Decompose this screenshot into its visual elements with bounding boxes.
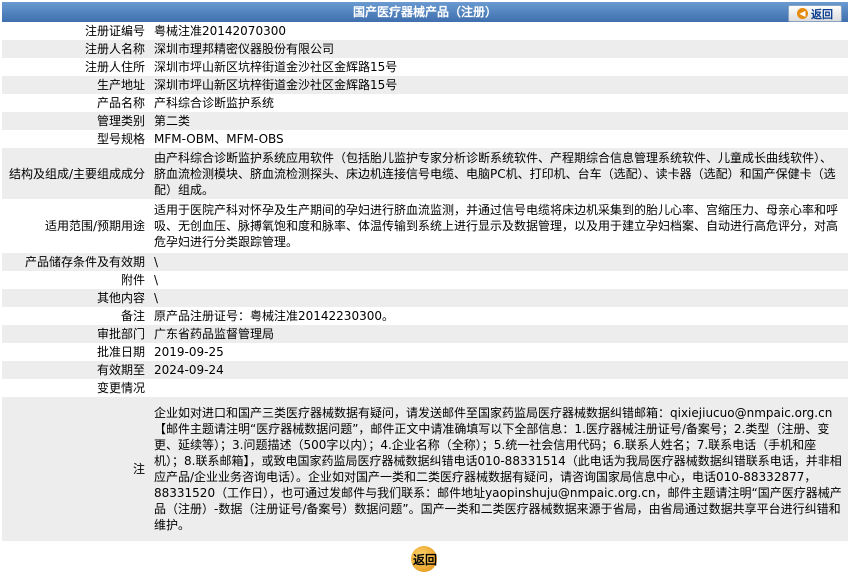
field-label: 附件 xyxy=(2,271,149,289)
table-row: 审批部门 广东省药品监督管理局 xyxy=(2,325,848,343)
field-label: 结构及组成/主要组成成分 xyxy=(2,148,149,199)
back-button-label: 返回 xyxy=(811,7,833,21)
field-label: 有效期至 xyxy=(2,361,149,379)
field-value: 适用于医院产科对怀孕及生产期间的孕妇进行脐血流监测，并通过信号电缆将床边机采集到… xyxy=(149,199,848,253)
detail-table: 注册证编号 粤械注准20142070300 注册人名称 深圳市理邦精密仪器股份有… xyxy=(2,22,848,541)
table-row: 适用范围/预期用途 适用于医院产科对怀孕及生产期间的孕妇进行脐血流监测，并通过信… xyxy=(2,199,848,253)
field-label: 备注 xyxy=(2,307,149,325)
table-row: 管理类别 第二类 xyxy=(2,112,848,130)
back-button-top[interactable]: ◀ 返回 xyxy=(788,5,842,22)
table-row: 产品名称 产科综合诊断监护系统 xyxy=(2,94,848,112)
footer: 返回 xyxy=(0,544,850,574)
table-row: 变更情况 xyxy=(2,379,848,397)
field-value: \ xyxy=(149,253,848,271)
field-value: MFM-OBM、MFM-OBS xyxy=(149,130,848,148)
table-row: 附件 \ xyxy=(2,271,848,289)
field-value: 第二类 xyxy=(149,112,848,130)
table-row: 注册人名称 深圳市理邦精密仪器股份有限公司 xyxy=(2,40,848,58)
field-value: 2019-09-25 xyxy=(149,343,848,361)
field-value: 深圳市理邦精密仪器股份有限公司 xyxy=(149,40,848,58)
back-button-bottom[interactable]: 返回 xyxy=(403,546,447,572)
table-row: 其他内容 \ xyxy=(2,289,848,307)
field-label: 其他内容 xyxy=(2,289,149,307)
field-label: 变更情况 xyxy=(2,379,149,397)
table-row: 结构及组成/主要组成成分 由产科综合诊断监护系统应用软件（包括胎儿监护专家分析诊… xyxy=(2,148,848,199)
title-bar: 国产医疗器械产品（注册） ◀ 返回 xyxy=(2,2,848,22)
field-value xyxy=(149,379,848,397)
table-row: 有效期至 2024-09-24 xyxy=(2,361,848,379)
table-row: 注 企业如对进口和国产三类医疗器械数据有疑问，请发送邮件至国家药监局医疗器械数据… xyxy=(2,397,848,541)
back-arrow-icon: ◀ xyxy=(797,8,808,19)
field-value: 产科综合诊断监护系统 xyxy=(149,94,848,112)
field-value: 粤械注准20142070300 xyxy=(149,22,848,40)
page-title: 国产医疗器械产品（注册） xyxy=(352,5,497,19)
field-label: 批准日期 xyxy=(2,343,149,361)
field-value: \ xyxy=(149,271,848,289)
field-label: 适用范围/预期用途 xyxy=(2,199,149,253)
field-label: 管理类别 xyxy=(2,112,149,130)
field-value: \ xyxy=(149,289,848,307)
back-button-label: 返回 xyxy=(412,553,437,567)
field-label: 注册证编号 xyxy=(2,22,149,40)
table-row: 注册人住所 深圳市坪山新区坑梓街道金沙社区金辉路15号 xyxy=(2,58,848,76)
table-row: 产品储存条件及有效期 \ xyxy=(2,253,848,271)
field-value: 深圳市坪山新区坑梓街道金沙社区金辉路15号 xyxy=(149,76,848,94)
table-row: 型号规格 MFM-OBM、MFM-OBS xyxy=(2,130,848,148)
table-row: 注册证编号 粤械注准20142070300 xyxy=(2,22,848,40)
field-value: 2024-09-24 xyxy=(149,361,848,379)
table-row: 生产地址 深圳市坪山新区坑梓街道金沙社区金辉路15号 xyxy=(2,76,848,94)
field-label: 注册人名称 xyxy=(2,40,149,58)
table-row: 备注 原产品注册证号：粤械注准20142230300。 xyxy=(2,307,848,325)
field-value: 原产品注册证号：粤械注准20142230300。 xyxy=(149,307,848,325)
field-value: 深圳市坪山新区坑梓街道金沙社区金辉路15号 xyxy=(149,58,848,76)
field-label: 产品储存条件及有效期 xyxy=(2,253,149,271)
field-label: 注 xyxy=(2,397,149,541)
field-label: 产品名称 xyxy=(2,94,149,112)
field-label: 生产地址 xyxy=(2,76,149,94)
notice-text: 企业如对进口和国产三类医疗器械数据有疑问，请发送邮件至国家药监局医疗器械数据纠错… xyxy=(149,397,848,541)
field-value: 广东省药品监督管理局 xyxy=(149,325,848,343)
field-label: 注册人住所 xyxy=(2,58,149,76)
field-value: 由产科综合诊断监护系统应用软件（包括胎儿监护专家分析诊断系统软件、产程期综合信息… xyxy=(149,148,848,199)
field-label: 型号规格 xyxy=(2,130,149,148)
field-label: 审批部门 xyxy=(2,325,149,343)
table-row: 批准日期 2019-09-25 xyxy=(2,343,848,361)
page: 国产医疗器械产品（注册） ◀ 返回 注册证编号 粤械注准20142070300 … xyxy=(0,0,850,574)
